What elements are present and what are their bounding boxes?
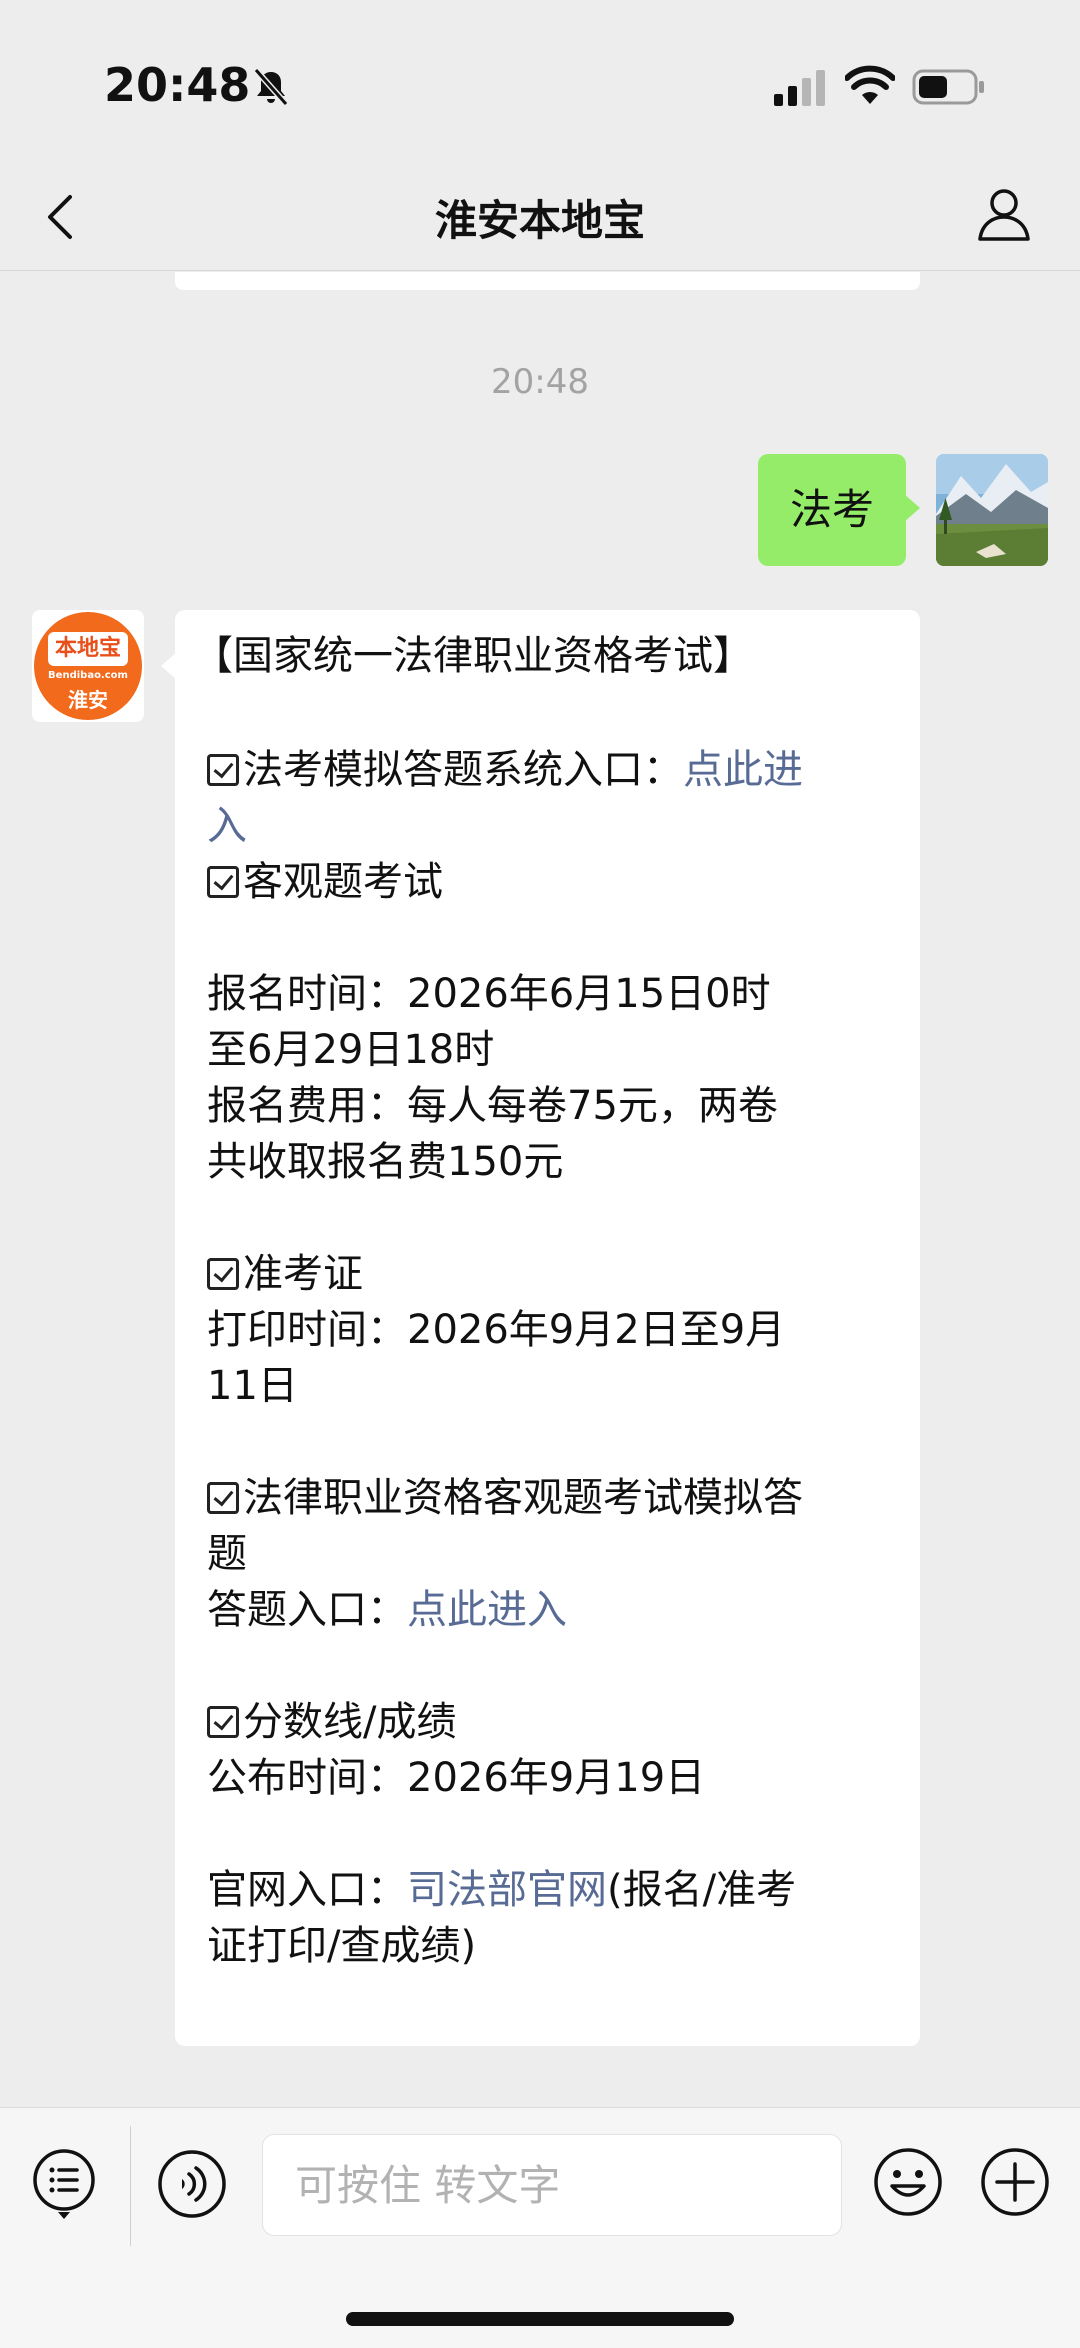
profile-icon[interactable] (974, 183, 1034, 245)
reply-line: 法考模拟答题系统入口：点此进 (207, 742, 803, 798)
reply-line: 报名时间：2026年6月15日0时 (207, 971, 771, 1017)
reply-line: 分数线/成绩 (207, 1694, 456, 1750)
status-bar: 20:48 (0, 0, 1080, 165)
reply-line: 【国家统一法律职业资格考试】 (193, 633, 753, 679)
signal-icon (774, 70, 825, 106)
previous-message-bubble[interactable] (175, 272, 920, 290)
voice-icon[interactable] (156, 2148, 228, 2220)
landscape-avatar-icon (936, 454, 1048, 566)
nav-bar: 淮安本地宝 (0, 165, 1080, 271)
checkbox-icon (207, 1258, 239, 1290)
user-avatar[interactable] (936, 454, 1048, 566)
official-site-link[interactable]: 司法部官网 (407, 1867, 607, 1913)
message-timestamp: 20:48 (491, 362, 589, 402)
message-input[interactable]: 可按住 转文字 (262, 2134, 842, 2236)
reply-line: 答题入口：点此进入 (207, 1587, 567, 1633)
reply-line: 官网入口：司法部官网(报名/准考 (207, 1867, 797, 1913)
reply-line: 证打印/查成绩) (207, 1923, 477, 1969)
reply-line: 打印时间：2026年9月2日至9月 (207, 1307, 786, 1353)
logo-top-text: 本地宝 (48, 632, 128, 666)
reply-line: 共收取报名费150元 (207, 1139, 564, 1185)
bot-avatar[interactable]: 本地宝 Bendibao.com 淮安 (32, 610, 144, 722)
bendibao-logo: 本地宝 Bendibao.com 淮安 (34, 612, 142, 720)
reply-line: 报名费用：每人每卷75元，两卷 (207, 1083, 778, 1129)
simulation-entry-link[interactable]: 点此进 (683, 747, 803, 793)
chat-title: 淮安本地宝 (434, 196, 645, 245)
reply-line: 入 (207, 798, 247, 854)
plus-icon[interactable] (979, 2146, 1051, 2218)
logo-mid-text: Bendibao.com (48, 670, 128, 681)
checkbox-icon (207, 754, 239, 786)
wifi-icon (845, 65, 895, 104)
checkbox-icon (207, 1706, 239, 1738)
status-time: 20:48 (104, 58, 251, 112)
menu-list-icon[interactable] (30, 2146, 98, 2222)
home-indicator[interactable] (346, 2312, 734, 2326)
reply-line: 客观题考试 (207, 854, 443, 910)
input-divider (130, 2126, 131, 2246)
reply-line: 法律职业资格客观题考试模拟答 (207, 1470, 803, 1526)
reply-line: 11日 (207, 1363, 298, 1409)
answer-entry-link[interactable]: 点此进入 (407, 1587, 567, 1633)
checkbox-icon (207, 1482, 239, 1514)
logo-bottom-text: 淮安 (68, 688, 108, 712)
checkbox-icon (207, 866, 239, 898)
received-message-bubble[interactable]: 【国家统一法律职业资格考试】 法考模拟答题系统入口：点此进 入 客观题考试 报名… (161, 610, 920, 2046)
reply-line: 至6月29日18时 (207, 1027, 495, 1073)
chat-area[interactable]: 20:48 法考 本地宝 Bendibao.com 淮安 【国家统一法律职业资格… (0, 272, 1080, 2107)
reply-line: 题 (207, 1531, 247, 1577)
emoji-icon[interactable] (872, 2146, 944, 2218)
bell-off-icon (253, 68, 289, 106)
simulation-entry-link-cont[interactable]: 入 (207, 803, 247, 849)
reply-line: 公布时间：2026年9月19日 (207, 1755, 706, 1801)
sent-message-row: 法考 (148, 454, 1048, 566)
battery-icon (912, 69, 984, 105)
sent-message-bubble[interactable]: 法考 (757, 454, 921, 566)
reply-line: 准考证 (207, 1246, 363, 1302)
